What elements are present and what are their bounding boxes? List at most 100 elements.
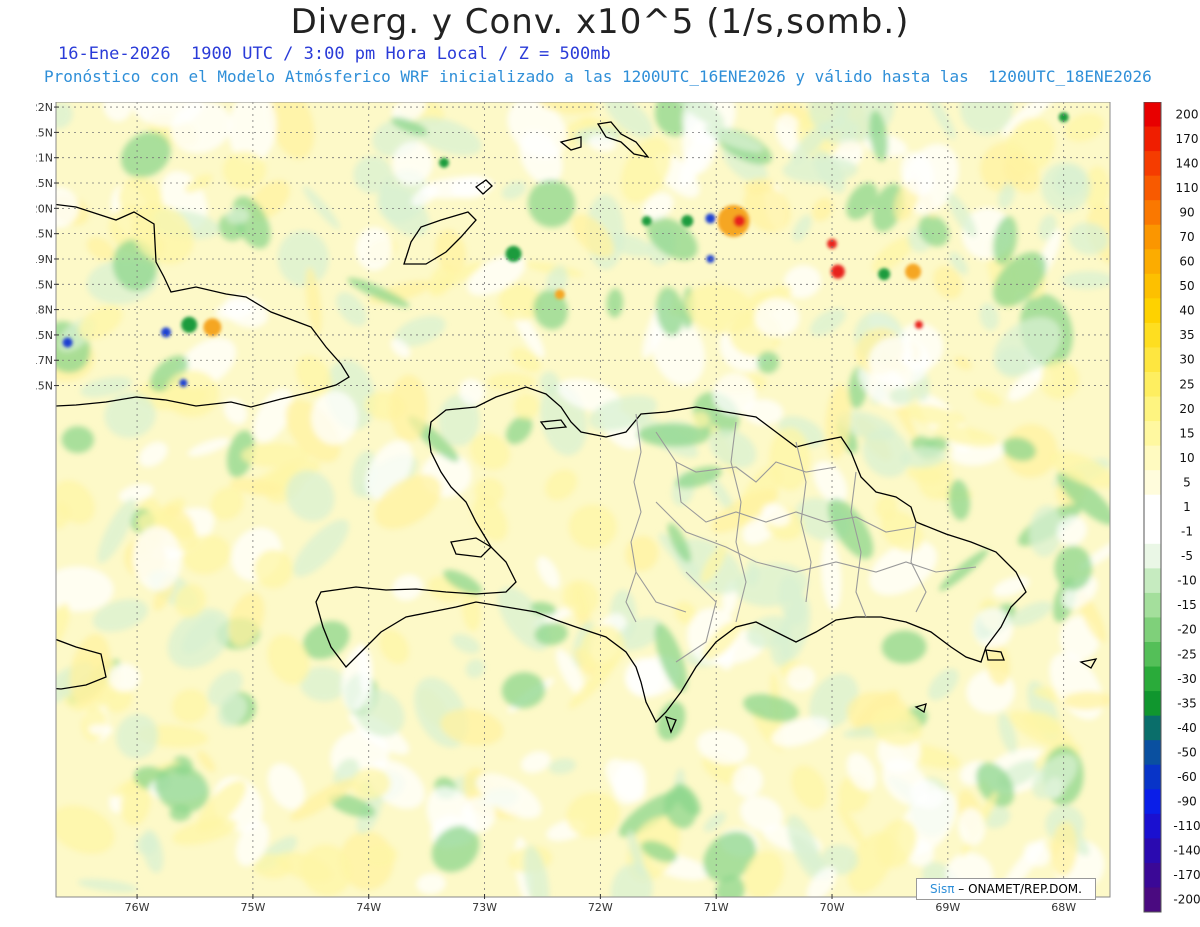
colorbar-swatch xyxy=(1144,519,1161,545)
colorbar-swatch xyxy=(1144,691,1161,717)
colorbar-label: -10 xyxy=(1177,574,1197,588)
lat-tick-label: 22N xyxy=(36,102,53,114)
colorbar-label: -50 xyxy=(1177,745,1197,759)
colorbar-label: 25 xyxy=(1179,377,1194,391)
colorbar-swatch xyxy=(1144,642,1161,668)
colorbar-label: 70 xyxy=(1179,230,1194,244)
field-core xyxy=(554,289,565,300)
field-core xyxy=(830,264,845,279)
colorbar-swatch xyxy=(1144,372,1161,398)
colorbar-swatch xyxy=(1144,838,1161,864)
colorbar-swatch xyxy=(1144,151,1161,177)
lat-tick-label: 6.5N xyxy=(36,380,53,393)
colorbar-swatch xyxy=(1144,396,1161,422)
colorbar-swatch xyxy=(1144,592,1161,618)
lat-tick-label: 18N xyxy=(36,304,53,317)
colorbar-label: -40 xyxy=(1177,721,1197,735)
colorbar-label: 35 xyxy=(1179,328,1194,342)
colorbar-swatch xyxy=(1144,249,1161,275)
colorbar-swatch xyxy=(1144,494,1161,520)
lon-tick-label: 72W xyxy=(588,901,613,914)
lat-tick-label: 17N xyxy=(36,354,53,367)
chart-title: Diverg. y Conv. x10^5 (1/s,somb.) xyxy=(290,2,910,42)
colorbar-swatch xyxy=(1144,740,1161,766)
colorbar-label: 50 xyxy=(1179,279,1194,293)
colorbar-label: -140 xyxy=(1173,844,1200,858)
field-core xyxy=(505,245,522,262)
colorbar-swatch xyxy=(1144,568,1161,594)
colorbar-swatch xyxy=(1144,617,1161,643)
lon-tick-label: 73W xyxy=(472,901,497,914)
colorbar-label: 10 xyxy=(1179,451,1194,465)
colorbar-label: -5 xyxy=(1181,549,1193,563)
lat-tick-label: 8.5N xyxy=(36,278,53,291)
lon-tick-label: 76W xyxy=(125,901,150,914)
colorbar-label: -110 xyxy=(1173,819,1200,833)
model-info-subtitle: Pronóstico con el Modelo Atmósferico WRF… xyxy=(44,67,1152,86)
colorbar-label: -35 xyxy=(1177,696,1197,710)
lon-tick-label: 70W xyxy=(820,901,845,914)
colorbar-swatch xyxy=(1144,813,1161,839)
colorbar-label: 30 xyxy=(1179,353,1194,367)
lon-tick-label: 71W xyxy=(704,901,729,914)
credit-box: Sisπ – ONAMET/REP.DOM. xyxy=(916,878,1096,900)
lat-tick-label: 20N xyxy=(36,202,53,215)
field-blob xyxy=(108,663,141,692)
field-core xyxy=(878,268,891,281)
field-blob xyxy=(61,426,94,454)
colorbar-swatch xyxy=(1144,421,1161,447)
lat-tick-label: 1.5N xyxy=(36,126,53,139)
field-core xyxy=(681,214,694,227)
colorbar-swatch xyxy=(1144,322,1161,348)
colorbar-label: -170 xyxy=(1173,868,1200,882)
field-core xyxy=(641,215,652,226)
field-core xyxy=(62,337,73,348)
colorbar-label: -60 xyxy=(1177,770,1197,784)
colorbar-label: -25 xyxy=(1177,647,1197,661)
lon-tick-label: 75W xyxy=(240,901,265,914)
field-core xyxy=(161,327,172,338)
colorbar-swatch xyxy=(1144,666,1161,692)
colorbar-label: -30 xyxy=(1177,672,1197,686)
colorbar-label: 20 xyxy=(1179,402,1194,416)
colorbar-label: 90 xyxy=(1179,205,1194,219)
sispi-brand: Sisπ xyxy=(930,882,955,896)
valid-time-subtitle: 16-Ene-2026 1900 UTC / 3:00 pm Hora Loca… xyxy=(58,44,611,64)
colorbar-label: 110 xyxy=(1176,181,1199,195)
colorbar-swatch xyxy=(1144,862,1161,888)
colorbar-label: 140 xyxy=(1176,156,1199,170)
colorbar-label: -15 xyxy=(1177,598,1197,612)
colorbar-label: 170 xyxy=(1176,132,1199,146)
field-core xyxy=(914,320,923,329)
field-core xyxy=(203,318,222,337)
colorbar-swatch xyxy=(1144,273,1161,299)
field-core xyxy=(733,214,746,227)
colorbar-swatch xyxy=(1144,543,1161,569)
field-core xyxy=(905,263,922,280)
plot-area xyxy=(56,102,1110,897)
lat-tick-label: 7.5N xyxy=(36,329,53,342)
colorbar-swatch xyxy=(1144,200,1161,226)
colorbar-swatch xyxy=(1144,126,1161,152)
colorbar-label: -20 xyxy=(1177,623,1197,637)
colorbar-swatch xyxy=(1144,298,1161,324)
colorbar-swatch xyxy=(1144,102,1161,128)
colorbar-swatch xyxy=(1144,715,1161,741)
colorbar: 200 170 140 110 90 70 60 50 40 35 30 25 20 15 10 5 1 -1 -5… xyxy=(1143,102,1200,913)
lat-tick-label: 21N xyxy=(36,152,53,165)
lat-tick-label: 9.5N xyxy=(36,228,53,241)
credit-text: – ONAMET/REP.DOM. xyxy=(958,882,1082,896)
colorbar-label: 5 xyxy=(1183,475,1191,489)
colorbar-label: 40 xyxy=(1179,304,1194,318)
colorbar-label: 60 xyxy=(1179,255,1194,269)
lat-tick-label: 0.5N xyxy=(36,177,53,190)
field-core xyxy=(181,316,198,333)
colorbar-swatch xyxy=(1144,887,1161,913)
colorbar-swatch xyxy=(1144,224,1161,250)
colorbar-swatch xyxy=(1144,175,1161,201)
lon-tick-label: 68W xyxy=(1051,901,1076,914)
colorbar-swatch xyxy=(1144,470,1161,496)
field-core xyxy=(439,157,450,168)
forecast-map: 22N 1.5N 21N 0.5N 20N 9.5N 19N 8.5N 18N 7.5N 17N 6.… xyxy=(36,102,1200,914)
field-blob xyxy=(165,370,219,418)
